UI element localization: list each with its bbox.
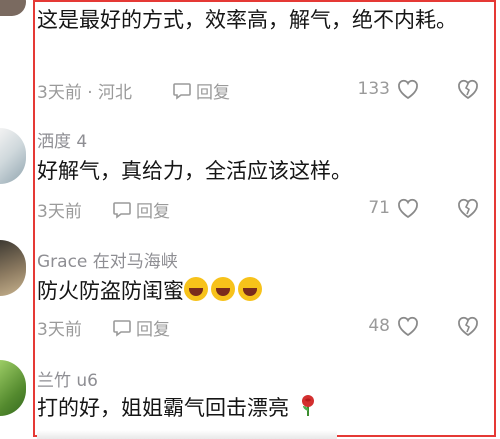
avatar[interactable] <box>0 240 26 296</box>
dislike-button[interactable] <box>456 197 480 219</box>
comment-time: 3天前 · 河北 <box>37 83 133 103</box>
comment-bubble-icon <box>113 201 131 219</box>
comment-text: 好解气，真给力，全活应该这样。 <box>37 159 352 183</box>
comment-text: 防火防盗防闺蜜 <box>37 279 184 303</box>
like-count: 48 <box>368 316 390 336</box>
comment-username[interactable]: 兰竹 u6 <box>37 366 98 391</box>
heart-icon <box>398 198 418 219</box>
reply-button[interactable]: 回复 <box>112 197 170 222</box>
rose-icon <box>301 395 314 416</box>
comment-meta: 3天前 回复 48 <box>37 315 480 341</box>
comment-meta: 3天前 · 河北 回复 133 <box>37 78 480 104</box>
comment-text: 打的好，姐姐霸气回击漂亮 <box>37 396 289 420</box>
laughing-face-icon <box>211 277 235 301</box>
comment-bubble-icon <box>113 319 131 337</box>
broken-heart-icon <box>458 316 478 337</box>
dislike-button[interactable] <box>456 78 480 100</box>
comment-time: 3天前 <box>37 202 82 222</box>
broken-heart-icon <box>458 198 478 219</box>
avatar[interactable] <box>0 0 26 16</box>
comment-bubble-icon <box>173 82 191 100</box>
comment-text-row: 防火防盗防闺蜜 <box>37 275 487 308</box>
like-count: 133 <box>357 79 390 99</box>
like-count: 71 <box>368 198 390 218</box>
like-button[interactable]: 133 <box>358 78 420 100</box>
comment-text-row: 打的好，姐姐霸气回击漂亮 <box>37 392 487 425</box>
heart-icon <box>398 316 418 337</box>
comment-text: 这是最好的方式，效率高，解气，绝不内耗。 <box>37 8 457 32</box>
avatar[interactable] <box>0 128 26 184</box>
reply-label: 回复 <box>196 83 230 103</box>
dislike-button[interactable] <box>456 315 480 337</box>
reply-button[interactable]: 回复 <box>112 315 170 340</box>
comment-username[interactable]: 洒度 4 <box>37 127 87 152</box>
laughing-face-icon <box>184 277 208 301</box>
laughing-face-icon <box>238 277 262 301</box>
reply-button[interactable]: 回复 <box>172 78 230 103</box>
broken-heart-icon <box>458 79 478 100</box>
reply-label: 回复 <box>136 202 170 222</box>
comment-meta: 3天前 回复 71 <box>37 197 480 223</box>
cutoff-next-row <box>37 430 337 439</box>
like-button[interactable]: 71 <box>368 197 420 219</box>
comment-username[interactable]: Grace 在对马海峡 <box>37 247 178 272</box>
heart-icon <box>398 79 418 100</box>
like-button[interactable]: 48 <box>368 315 420 337</box>
comment-time: 3天前 <box>37 320 82 340</box>
avatar[interactable] <box>0 360 26 416</box>
reply-label: 回复 <box>136 320 170 340</box>
